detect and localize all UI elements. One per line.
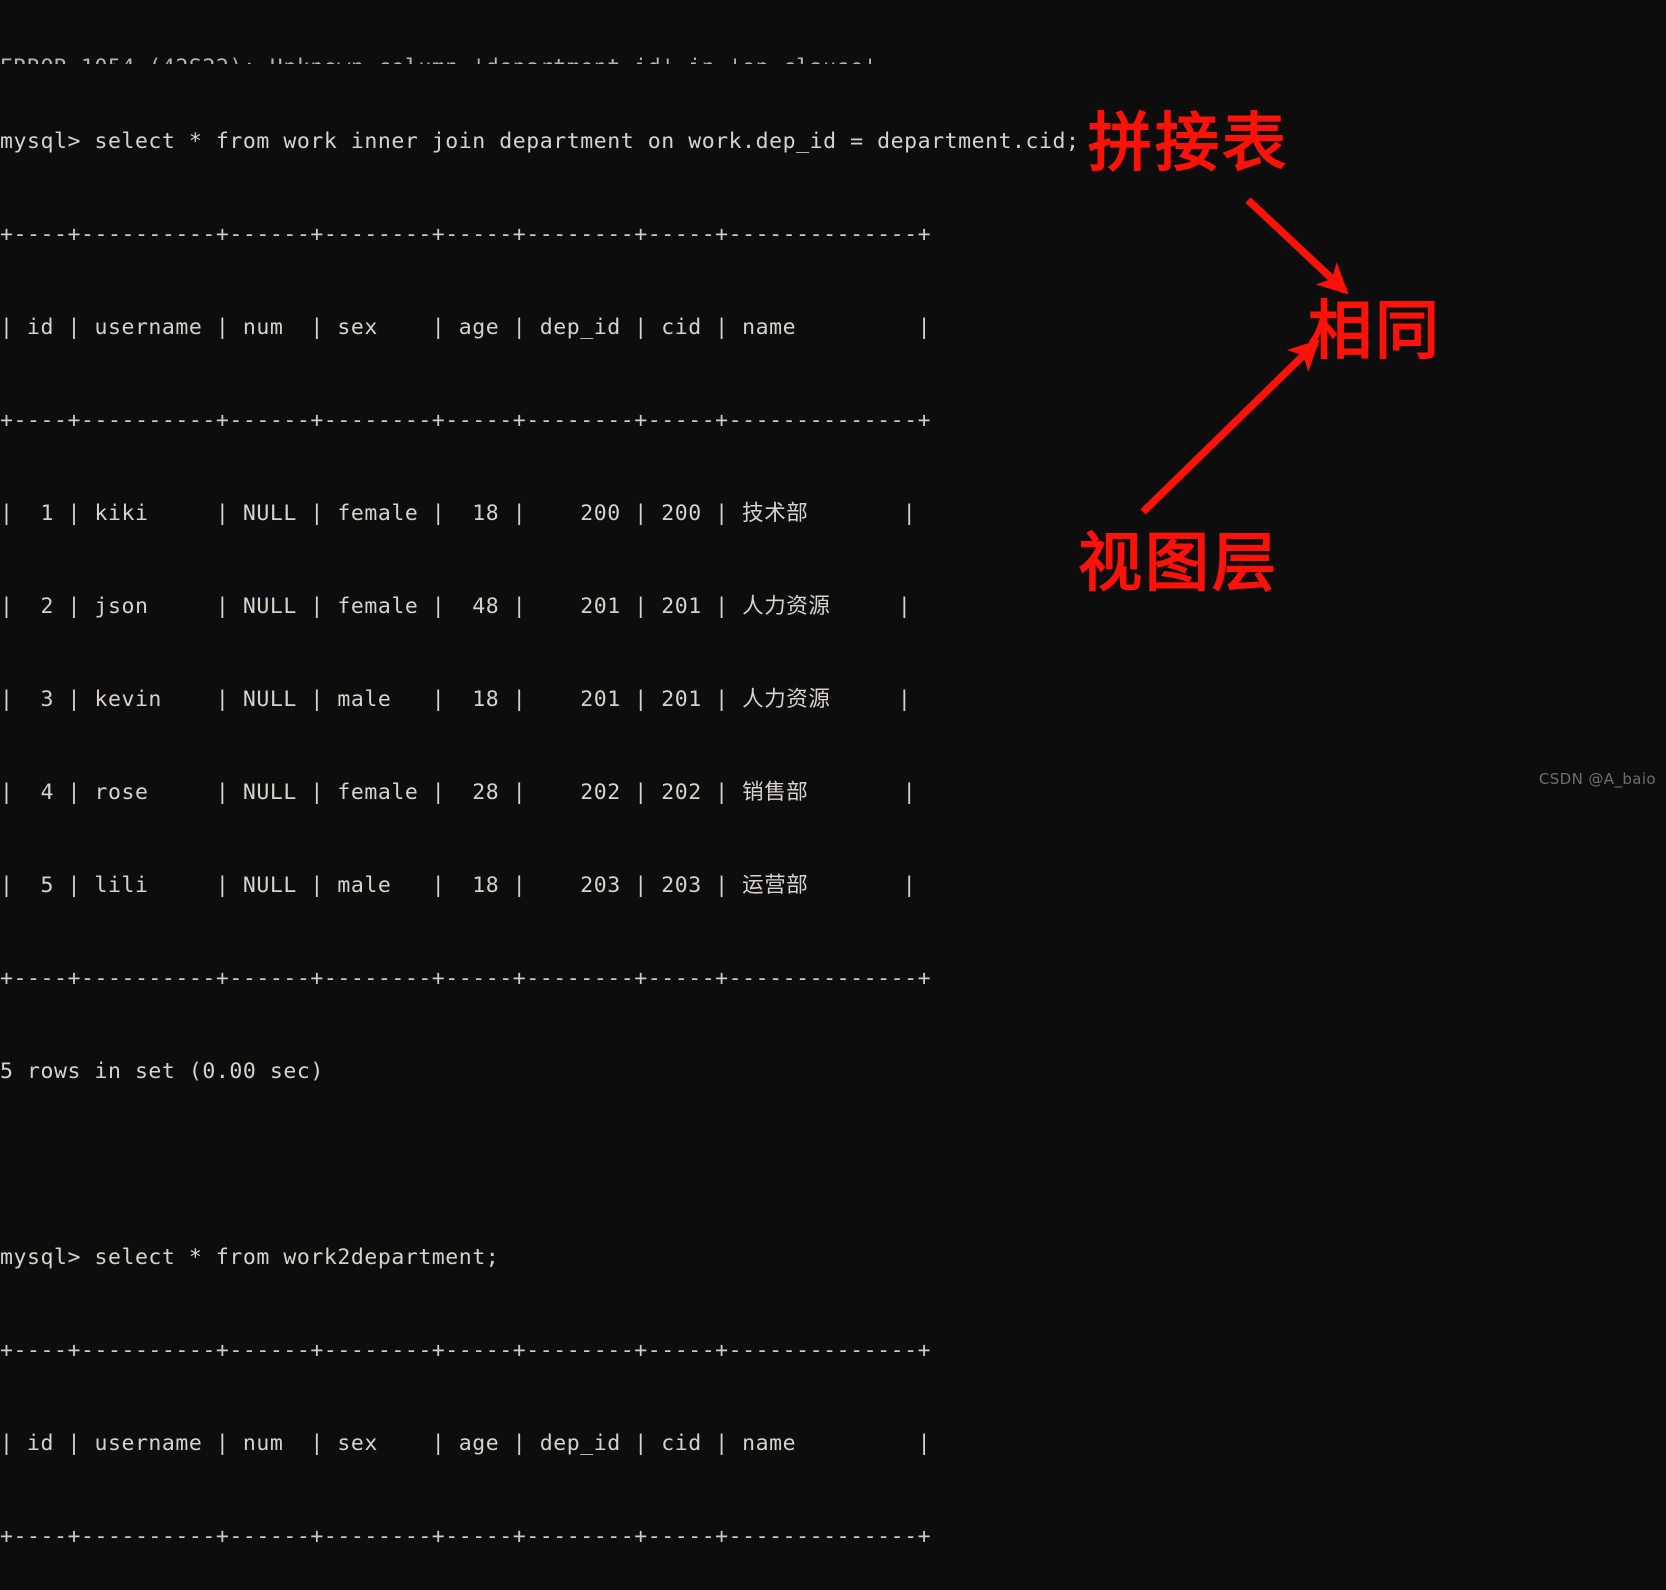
truncated-error-line: ERROR 1054 (42S22): Unknown column 'depa… bbox=[0, 52, 1100, 64]
annotation-label-view-layer: 视图层 bbox=[1078, 527, 1279, 601]
terminal-output[interactable]: ERROR 1054 (42S22): Unknown column 'depa… bbox=[0, 0, 1100, 1590]
terminal-line-rule-mid-2: +----+----------+------+--------+-----+-… bbox=[0, 1524, 932, 1549]
watermark: CSDN @A_baio bbox=[1538, 770, 1656, 788]
terminal-line-rule-bot-1: +----+----------+------+--------+-----+-… bbox=[0, 966, 932, 991]
terminal-line-rule-top-1: +----+----------+------+--------+-----+-… bbox=[0, 222, 932, 247]
annotation-label-same: 相同 bbox=[1308, 295, 1442, 369]
terminal-line-header-2: | id | username | num | sex | age | dep_… bbox=[0, 1431, 932, 1456]
screenshot-root: { "terminal": { "background_color": "#0d… bbox=[0, 0, 1666, 1549]
terminal-line-header-1: | id | username | num | sex | age | dep_… bbox=[0, 315, 932, 340]
table-row: | 5 | lili | NULL | male | 18 | 203 | 20… bbox=[0, 873, 917, 898]
terminal-line-query-1: mysql> select * from work inner join dep… bbox=[0, 129, 1080, 154]
terminal-line-rule-mid-1: +----+----------+------+--------+-----+-… bbox=[0, 408, 932, 433]
table-row: | 3 | kevin | NULL | male | 18 | 201 | 2… bbox=[0, 687, 912, 712]
terminal-line-status-1: 5 rows in set (0.00 sec) bbox=[0, 1059, 324, 1084]
arrow-viewlayer-to-table bbox=[1140, 339, 1320, 515]
table-row: | 1 | kiki | NULL | female | 18 | 200 | … bbox=[0, 501, 917, 526]
table-row: | 4 | rose | NULL | female | 28 | 202 | … bbox=[0, 780, 917, 805]
terminal-line-query-2: mysql> select * from work2department; bbox=[0, 1245, 500, 1270]
arrow-join-to-table bbox=[1245, 197, 1349, 295]
terminal-line-rule-top-2: +----+----------+------+--------+-----+-… bbox=[0, 1338, 932, 1363]
annotation-label-join-table: 拼接表 bbox=[1088, 107, 1289, 181]
table-row: | 2 | json | NULL | female | 48 | 201 | … bbox=[0, 594, 912, 619]
